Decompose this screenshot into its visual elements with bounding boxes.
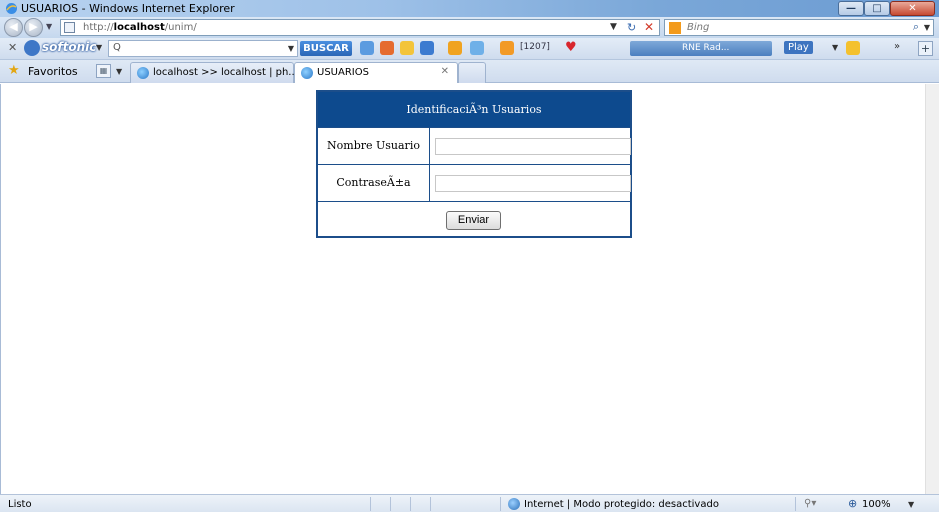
address-row: ◀ ▶ ▼ http://localhost/unim/ ▼ ↻ ✕ Bing … (0, 17, 939, 38)
tab-label: localhost >> localhost | ph... (153, 67, 298, 78)
address-dropdown-icon[interactable]: ▼ (610, 22, 617, 32)
close-button[interactable]: ✕ (890, 1, 935, 16)
tab-close-icon[interactable]: ✕ (441, 66, 449, 77)
search-box[interactable]: Bing ⌕ ▼ (664, 19, 934, 36)
username-label: Nombre Usuario (318, 128, 430, 164)
forward-button[interactable]: ▶ (24, 18, 43, 37)
internet-zone-icon (508, 498, 520, 510)
favorites-heart-icon[interactable]: ♥ (565, 40, 577, 55)
status-divider (500, 497, 501, 511)
title-bar: USUARIOS - Windows Internet Explorer — □… (0, 0, 939, 17)
ie-page-icon (137, 67, 149, 79)
history-dropdown-icon[interactable]: ▼ (46, 22, 52, 31)
status-divider (410, 497, 411, 511)
window-title: USUARIOS - Windows Internet Explorer (21, 2, 235, 15)
tab-label: USUARIOS (317, 67, 369, 78)
tab-usuarios[interactable]: USUARIOS ✕ (294, 62, 458, 83)
status-divider (795, 497, 796, 511)
toolbar-smiley-icon[interactable] (400, 41, 414, 55)
back-arrow-icon: ◀ (9, 20, 18, 33)
radio-station-label: RNE Rad... (682, 43, 730, 53)
page-icon (64, 22, 75, 33)
back-button[interactable]: ◀ (4, 18, 23, 37)
softonic-toolbar: ✕ softonic ▼ Q ▼ BUSCAR [1207] ♥ RNE Rad… (0, 38, 939, 60)
username-row: Nombre Usuario (318, 127, 631, 164)
toolbar-close-icon[interactable]: ✕ (8, 41, 17, 54)
toolbar-add-icon[interactable]: + (918, 41, 933, 56)
rss-count-badge: [1207] (520, 42, 550, 52)
maximize-icon: □ (872, 3, 882, 14)
minimize-icon: — (846, 3, 856, 14)
password-input[interactable] (436, 176, 630, 191)
password-label: ContraseÃ±a (318, 165, 430, 201)
toolbar-games-icon[interactable] (380, 41, 394, 55)
submit-row: Enviar (318, 201, 630, 238)
status-divider (390, 497, 391, 511)
softonic-dropdown-icon[interactable]: ▼ (96, 43, 102, 52)
toolbar-overflow-icon[interactable]: » (894, 41, 900, 52)
minimize-button[interactable]: — (838, 1, 864, 16)
softonic-logo-icon (24, 40, 40, 56)
enviar-button[interactable]: Enviar (446, 211, 501, 230)
url-text[interactable]: http://localhost/unim/ (83, 22, 197, 33)
rss-icon[interactable] (500, 41, 514, 55)
ie-logo-icon (5, 2, 18, 15)
status-divider (370, 497, 371, 511)
new-tab-button[interactable] (458, 62, 486, 83)
tab-localhost[interactable]: localhost >> localhost | ph... (130, 62, 298, 83)
maximize-button[interactable]: □ (864, 1, 890, 16)
toolbar-search-icon: Q (113, 42, 121, 53)
security-zone-text[interactable]: Internet | Modo protegido: desactivado (524, 499, 719, 510)
username-field[interactable] (435, 138, 631, 155)
toolbar-tools-icon[interactable] (470, 41, 484, 55)
search-options-dropdown-icon[interactable]: ▼ (924, 23, 930, 32)
zoom-dropdown-icon[interactable]: ▼ (908, 500, 914, 509)
protected-mode-icon[interactable]: ⚲▾ (804, 498, 816, 509)
favorites-star-icon[interactable]: ★ (8, 63, 20, 78)
login-form: IdentificaciÃ³n Usuarios Nombre Usuario … (316, 90, 632, 238)
ie-page-icon (301, 67, 313, 79)
status-divider (430, 497, 431, 511)
zoom-icon[interactable]: ⊕ (848, 497, 857, 510)
close-icon: ✕ (908, 3, 917, 14)
play-dropdown-icon[interactable]: ▼ (832, 43, 838, 52)
toolbar-weather-icon[interactable] (448, 41, 462, 55)
form-title: IdentificaciÃ³n Usuarios (318, 92, 630, 127)
page-content: IdentificaciÃ³n Usuarios Nombre Usuario … (0, 84, 939, 494)
toolbar-video-icon[interactable] (420, 41, 434, 55)
play-button[interactable]: Play (784, 41, 813, 54)
forward-arrow-icon: ▶ (29, 20, 38, 33)
stop-icon[interactable]: ✕ (644, 20, 654, 34)
vertical-scrollbar[interactable] (925, 84, 939, 494)
refresh-icon[interactable]: ↻ (627, 21, 636, 34)
username-input[interactable] (436, 139, 630, 154)
softonic-brand[interactable]: softonic (42, 40, 96, 54)
password-field[interactable] (435, 175, 631, 192)
buscar-button[interactable]: BUSCAR (300, 41, 352, 56)
tab-list-dropdown-icon[interactable]: ▼ (116, 67, 122, 76)
favorites-button[interactable]: Favoritos (28, 65, 78, 78)
toolbar-search-input[interactable]: Q ▼ (108, 40, 298, 57)
status-bar: Listo Internet | Modo protegido: desacti… (0, 494, 939, 512)
radio-player[interactable]: RNE Rad... (630, 41, 772, 56)
toolbar-search-dropdown-icon[interactable]: ▼ (288, 44, 294, 53)
password-row: ContraseÃ±a (318, 164, 631, 201)
search-icon[interactable]: ⌕ (913, 20, 919, 34)
toolbar-extra-icon[interactable] (846, 41, 860, 55)
address-bar[interactable]: http://localhost/unim/ ▼ ↻ ✕ (60, 19, 660, 36)
tab-bar: ★ Favoritos ▦ ▼ localhost >> localhost |… (0, 60, 939, 83)
quick-tabs-icon[interactable]: ▦ (96, 64, 111, 78)
toolbar-app-icon[interactable] (360, 41, 374, 55)
search-placeholder: Bing (687, 22, 710, 33)
bing-icon (669, 22, 681, 34)
status-text: Listo (8, 499, 32, 510)
zoom-level[interactable]: 100% (862, 499, 891, 510)
